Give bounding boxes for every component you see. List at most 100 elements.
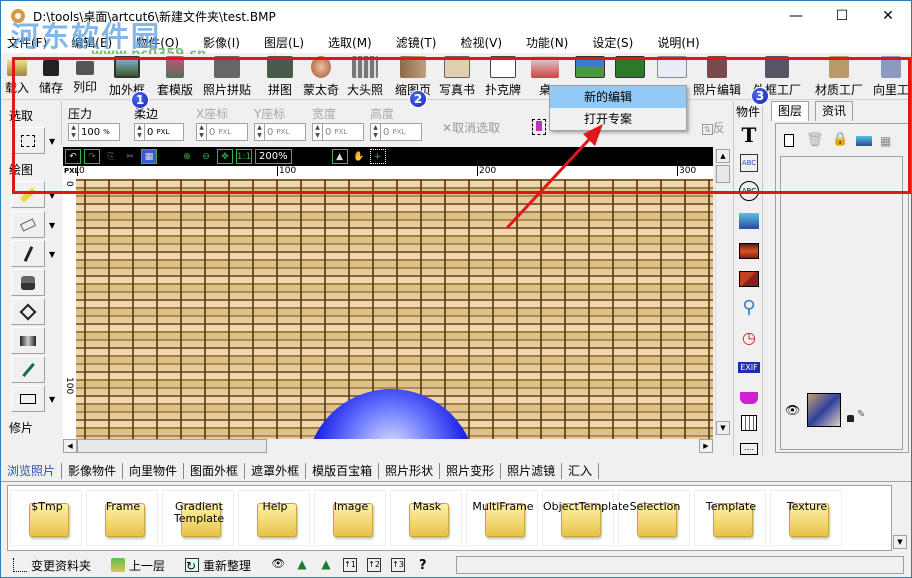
exif-icon[interactable]: EXIF [737, 357, 761, 377]
toolbar-open-button[interactable]: 载入 [5, 56, 29, 98]
layer-thumbnail[interactable] [807, 393, 841, 427]
tab-layers[interactable]: 图层 [771, 101, 810, 121]
pointer-tool[interactable]: ▲ [331, 149, 348, 164]
toolbar-template-button[interactable]: 套模版 [157, 56, 193, 98]
select-dropdown-arrow[interactable]: ▼ [49, 137, 55, 146]
canvas-vertical-scrollbar[interactable]: ▲ ▼ [715, 147, 731, 439]
menu-settings[interactable]: 设定(S) [592, 34, 633, 51]
fill-bucket-tool[interactable] [11, 298, 45, 325]
tab-photo-shapes[interactable]: 照片形状 [379, 462, 441, 479]
invert-selection-button[interactable]: ⇅ 反 [702, 119, 725, 136]
folder-item[interactable]: Frame [86, 490, 158, 546]
tab-browse-photos[interactable]: 浏览照片 [1, 462, 63, 479]
spin-arrows-icon[interactable]: ▲ ▼ [69, 124, 79, 140]
x-coord-spinner[interactable]: ▲ ▼ 0 PXL [196, 123, 248, 141]
eyedropper-tool[interactable] [11, 356, 45, 383]
sort-down-icon[interactable]: ▲ [319, 558, 333, 572]
menu-image[interactable]: 影像(I) [203, 34, 240, 51]
tab-import[interactable]: 汇入 [562, 462, 600, 479]
eraser-tool[interactable] [11, 211, 45, 238]
sort-up-icon[interactable]: ▲ [295, 558, 309, 572]
maximize-button[interactable]: ☐ [819, 1, 865, 31]
shape-dropdown-arrow[interactable]: ▼ [49, 395, 55, 404]
spin-arrows-icon[interactable]: ▲ ▼ [197, 124, 207, 140]
pencil-dropdown-arrow[interactable]: ▼ [49, 250, 55, 259]
toolbar-collage-button[interactable]: 照片拼贴 [203, 56, 251, 98]
rectangle-tool[interactable] [11, 385, 45, 412]
birthday-cake-icon[interactable] [737, 385, 761, 405]
refresh-button[interactable]: ↻ 重新整理 [185, 557, 251, 574]
eye-view-icon[interactable]: 👁 [271, 558, 285, 572]
folder-item[interactable]: Selection [618, 490, 690, 546]
vertical-scroll-thumb[interactable] [716, 165, 730, 183]
close-button[interactable]: ✕ [865, 1, 911, 31]
tab-vector-objects[interactable]: 向里物件 [123, 462, 185, 479]
menu-layer[interactable]: 图层(L) [264, 34, 304, 51]
text-box-icon[interactable]: ABC [737, 153, 761, 173]
change-folder-button[interactable]: 变更资料夹 [13, 557, 91, 574]
redo-button[interactable]: ↷ [84, 149, 100, 164]
browser-scrollbar[interactable]: ▼ [892, 485, 909, 551]
spin-arrows-icon[interactable]: ▲ ▼ [371, 124, 381, 140]
canvas-horizontal-scrollbar[interactable]: ◀ ▶ [63, 439, 713, 453]
menu-object[interactable]: 物件(O) [136, 34, 179, 51]
layer-brush-icon[interactable]: ✎ [857, 409, 865, 420]
text-object-icon[interactable]: T [737, 123, 761, 147]
gradient-tool[interactable] [11, 327, 45, 354]
multi-photo-icon[interactable] [737, 269, 761, 289]
tab-photo-filters[interactable]: 照片滤镜 [501, 462, 563, 479]
layer-properties-icon[interactable]: ▦ [880, 134, 891, 148]
image-object-icon[interactable] [737, 211, 761, 231]
spin-arrows-icon[interactable]: ▲ ▼ [135, 124, 145, 140]
view-size-1-icon[interactable]: ↑1 [343, 558, 358, 572]
view-size-2-icon[interactable]: ↑2 [367, 558, 382, 572]
cancel-selection-button[interactable]: ✕取消选取 [442, 119, 500, 136]
menu-file[interactable]: 文件(F) [7, 34, 47, 51]
tab-mask-frames[interactable]: 遮罩外框 [245, 462, 307, 479]
tab-info[interactable]: 资讯 [815, 101, 854, 121]
folder-item[interactable]: Help [238, 490, 310, 546]
menu-help[interactable]: 说明(H) [657, 34, 699, 51]
folder-item[interactable]: Mask [390, 490, 462, 546]
toolbar-puzzle-button[interactable]: 拼图 [267, 56, 293, 98]
toolbar-print-button[interactable]: 列印 [73, 56, 97, 98]
more-objects-icon[interactable]: .... [737, 439, 761, 459]
tab-photo-warp[interactable]: 照片变形 [440, 462, 502, 479]
clock-icon[interactable]: ◷ [737, 327, 761, 347]
pressure-spinner[interactable]: ▲ ▼ 100% [68, 123, 120, 141]
height-spinner[interactable]: ▲ ▼ 0 PXL [370, 123, 422, 141]
toolbar-vector-button[interactable]: 向里工 [873, 56, 909, 98]
new-layer-icon[interactable] [784, 134, 794, 147]
view-size-3-icon[interactable]: ↑3 [391, 558, 406, 572]
add-selection-tool[interactable]: + [369, 149, 386, 164]
menu-select[interactable]: 选取(M) [328, 34, 372, 51]
undo-button[interactable]: ↶ [65, 149, 81, 164]
highlighter-dropdown-arrow[interactable]: ▼ [49, 191, 55, 200]
image-canvas[interactable] [76, 179, 713, 439]
actual-size-button[interactable]: 1:1 [236, 149, 252, 164]
zoom-in-button[interactable]: ⊕ [179, 149, 195, 164]
layer-image-icon[interactable] [856, 136, 872, 146]
scroll-left-icon[interactable]: ◀ [63, 439, 77, 453]
spin-arrows-icon[interactable]: ▲ ▼ [313, 124, 323, 140]
lock-layer-icon[interactable]: 🔒 [832, 132, 848, 147]
y-coord-spinner[interactable]: ▲ ▼ 0 PXL [254, 123, 306, 141]
tab-picture-frames[interactable]: 图面外框 [184, 462, 246, 479]
delete-layer-icon[interactable]: 🗑 [806, 132, 824, 148]
toolbar-photo-edit-button[interactable]: 照片编辑 [693, 56, 741, 98]
scroll-down-icon[interactable]: ▼ [893, 535, 907, 549]
tab-template-box[interactable]: 模版百宝箱 [306, 462, 380, 479]
folder-item[interactable]: Template [694, 490, 766, 546]
highlighter-tool[interactable] [11, 181, 45, 208]
edge-spinner[interactable]: ▲ ▼ 0 PXL [134, 123, 184, 141]
magnifier-icon[interactable]: ⚲ [737, 297, 761, 318]
folder-item[interactable]: Image [314, 490, 386, 546]
folder-item[interactable]: MultiFrame [466, 490, 538, 546]
tab-image-objects[interactable]: 影像物件 [62, 462, 124, 479]
menu-item-new-edit[interactable]: 新的编辑 [550, 86, 686, 108]
folder-item[interactable]: Texture [770, 490, 842, 546]
calendar-icon[interactable] [737, 413, 761, 433]
copy-button[interactable]: ⎘ [103, 149, 119, 164]
toolbar-id-photo-button[interactable]: 大头照 [347, 56, 383, 98]
layer-visibility-eye-icon[interactable]: 👁 [785, 403, 800, 417]
